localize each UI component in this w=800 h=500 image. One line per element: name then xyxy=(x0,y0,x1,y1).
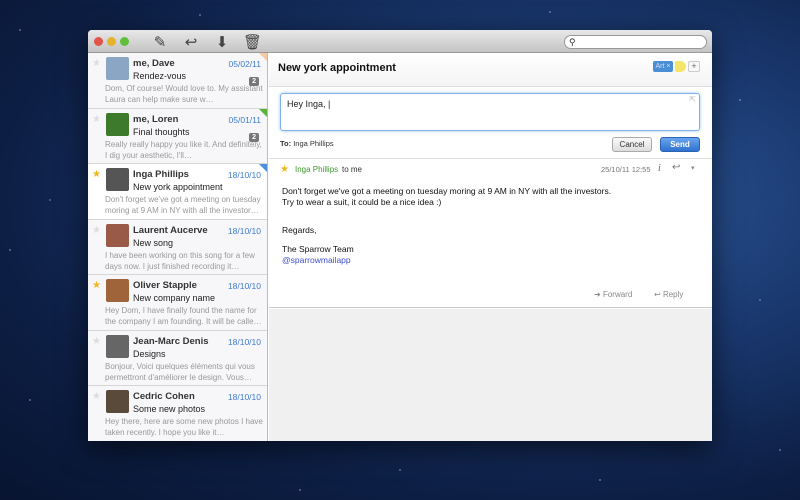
star-icon[interactable]: ★ xyxy=(92,391,101,402)
preview: I have been working on this song for a f… xyxy=(105,250,255,271)
zoom-button[interactable] xyxy=(120,37,129,46)
message-list-item[interactable]: ★ Jean-Marc Denis 18/10/10 Designs Bonjo… xyxy=(88,330,267,386)
subject: New york appointment xyxy=(133,182,223,192)
message-body: Don't forget we've got a meeting on tues… xyxy=(282,186,611,266)
sender: Jean-Marc Denis xyxy=(133,335,209,347)
close-button[interactable] xyxy=(94,37,103,46)
preview: Hey there, here are some new photos I ha… xyxy=(105,417,263,437)
subject: Designs xyxy=(133,348,166,359)
compose-icon[interactable]: ✎ xyxy=(151,33,169,51)
subject: New company name xyxy=(133,293,216,303)
to-field: To: Inga Phillips xyxy=(280,139,334,148)
twitter-link[interactable]: @sparrowmailapp xyxy=(282,255,611,266)
preview: Dom, Of course! Would love to. My assist… xyxy=(105,84,263,104)
avatar xyxy=(106,390,129,413)
chevron-down-icon[interactable]: ▾ xyxy=(691,164,695,172)
avatar xyxy=(106,223,129,247)
reply-icon[interactable]: ↩ xyxy=(182,33,200,51)
avatar xyxy=(106,57,129,80)
thread-count-badge: 2 xyxy=(249,132,259,142)
sender: Cedric Cohen xyxy=(133,391,195,402)
thread-count-badge: 2 xyxy=(249,77,259,86)
message-list-item[interactable]: ★ Inga Phillips 18/10/10 New york appoin… xyxy=(88,164,267,220)
star-icon[interactable]: ★ xyxy=(92,336,101,347)
label-flag xyxy=(259,164,267,172)
sender-name[interactable]: Inga Phillips xyxy=(295,165,338,174)
archive-icon[interactable]: ⬇ xyxy=(213,33,231,51)
preview: Really really happy you like it. And def… xyxy=(105,139,262,160)
forward-button[interactable]: ➜ Forward xyxy=(594,290,632,299)
message-list-item[interactable]: ★ me, Dave 05/02/11 Rendez-vous Dom, Of … xyxy=(88,53,267,109)
preview: Hey Dom, I have finally found the name f… xyxy=(105,306,262,326)
preview: Bonjour, Voici quelques éléments qui vou… xyxy=(105,361,255,382)
color-tag[interactable] xyxy=(675,61,686,72)
subject: Some new photos xyxy=(133,404,206,414)
sender: Laurent Aucerve xyxy=(133,224,208,236)
empty-area xyxy=(269,309,712,441)
preview: Don't forget we've got a meeting on tues… xyxy=(105,195,261,215)
message-list: ★ me, Dave 05/02/11 Rendez-vous Dom, Of … xyxy=(88,53,268,441)
message: ★ Inga Phillips to me 25/10/11 12:55 i ↩… xyxy=(269,158,712,308)
cancel-button[interactable]: Cancel xyxy=(612,137,652,152)
date: 18/10/10 xyxy=(227,392,261,402)
body-line: Don't forget we've got a meeting on tues… xyxy=(282,186,612,196)
star-icon[interactable]: ★ xyxy=(92,280,101,291)
thread-title: New york appointment xyxy=(278,62,396,74)
date: 18/10/10 xyxy=(227,336,261,347)
search-input[interactable]: ⚲ xyxy=(564,35,707,49)
reply-textarea[interactable]: Hey Inga, | ⇱ xyxy=(280,93,700,131)
date: 18/10/10 xyxy=(227,281,261,291)
sender: me, Loren xyxy=(133,113,179,125)
body-line: Try to wear a suit, it could be a nice i… xyxy=(282,197,442,207)
date: 05/02/11 xyxy=(228,59,261,69)
body-line: Regards, xyxy=(282,225,317,235)
popout-icon[interactable]: ⇱ xyxy=(689,95,696,104)
trash-icon[interactable]: 🗑 xyxy=(243,33,262,51)
forward-icon: ➜ xyxy=(594,290,601,299)
avatar xyxy=(106,334,129,358)
label-tag[interactable]: Art × xyxy=(653,61,673,72)
avatar xyxy=(106,112,129,136)
recipient: to me xyxy=(342,165,363,174)
subject: New song xyxy=(133,237,174,248)
date: 05/01/11 xyxy=(228,114,261,125)
star-icon[interactable]: ★ xyxy=(92,169,101,180)
star-icon[interactable]: ★ xyxy=(92,225,101,236)
date: 18/10/10 xyxy=(227,170,261,180)
sender: me, Dave xyxy=(133,58,175,69)
reply-icon[interactable]: ↩ xyxy=(672,162,680,173)
message-list-item[interactable]: ★ Oliver Stapple 18/10/10 New company na… xyxy=(88,275,267,331)
thread-header: New york appointment Art × + xyxy=(269,53,712,87)
sender: Oliver Stapple xyxy=(133,280,197,291)
body-line: The Sparrow Team xyxy=(282,244,354,254)
subject: Rendez-vous xyxy=(133,71,187,81)
date: 18/10/10 xyxy=(227,225,261,236)
star-icon[interactable]: ★ xyxy=(92,58,101,69)
minimize-button[interactable] xyxy=(107,37,116,46)
message-date: 25/10/11 12:55 xyxy=(601,165,651,174)
message-list-item[interactable]: ★ me, Loren 05/01/11 Final thoughts Real… xyxy=(88,108,267,164)
search-icon: ⚲ xyxy=(569,37,576,47)
message-list-item[interactable]: ★ Cedric Cohen 18/10/10 Some new photos … xyxy=(88,386,267,441)
reply-button[interactable]: ↩ Reply xyxy=(654,290,683,299)
mail-window: ✎ ↩ ⬇ 🗑 ⚲ ★ me, Dave 05/02/11 Rendez-vou… xyxy=(88,30,712,441)
label-flag xyxy=(259,108,267,117)
sender: Inga Phillips xyxy=(133,169,189,180)
label-flag xyxy=(259,53,267,61)
thread-view: New york appointment Art × + Hey Inga, |… xyxy=(269,53,712,441)
avatar xyxy=(106,279,129,302)
reply-icon: ↩ xyxy=(654,290,661,299)
star-icon[interactable]: ★ xyxy=(280,164,289,175)
avatar xyxy=(106,168,129,191)
add-tag-button[interactable]: + xyxy=(688,61,700,72)
info-icon[interactable]: i xyxy=(658,163,661,174)
send-button[interactable]: Send xyxy=(660,137,700,152)
message-list-item[interactable]: ★ Laurent Aucerve 18/10/10 New song I ha… xyxy=(88,219,267,275)
compose-text: Hey Inga, | xyxy=(287,99,331,109)
subject: Final thoughts xyxy=(133,126,190,137)
toolbar: ✎ ↩ ⬇ 🗑 ⚲ xyxy=(88,30,712,53)
star-icon[interactable]: ★ xyxy=(92,114,101,125)
